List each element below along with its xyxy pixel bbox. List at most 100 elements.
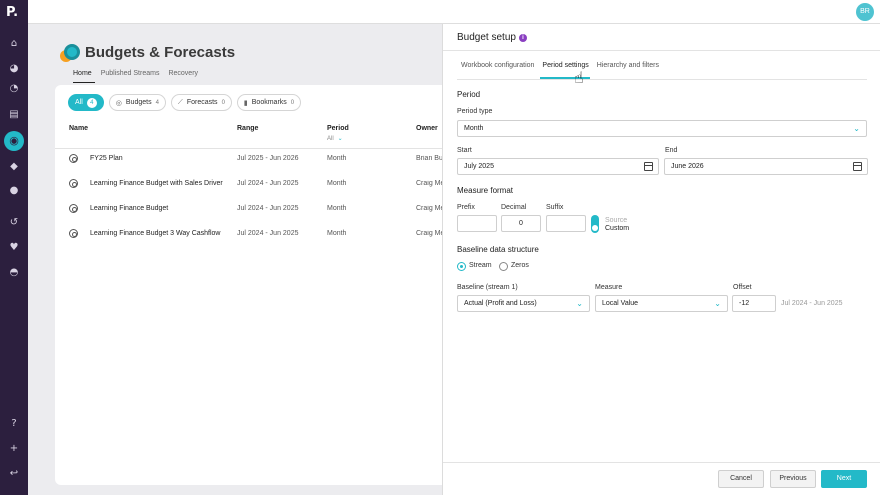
hand-cursor-icon: ☝ (574, 68, 584, 87)
source-custom-toggle[interactable] (591, 215, 599, 233)
history-icon[interactable]: ↺ (7, 216, 21, 230)
chip-count: 0 (221, 99, 225, 106)
row-period: Month (327, 180, 347, 187)
tab-workbook-configuration[interactable]: Workbook configuration (457, 62, 538, 69)
chip-label: Bookmarks (251, 99, 287, 106)
offset-range-hint: Jul 2024 - Jun 2025 (781, 300, 843, 307)
tab-period-settings[interactable]: Period settings (538, 62, 592, 69)
add-icon[interactable]: + (7, 442, 21, 456)
info-icon[interactable]: i (519, 34, 527, 42)
home-icon[interactable]: ⌂ (7, 37, 21, 51)
row-name: Learning Finance Budget (90, 205, 169, 212)
cancel-button[interactable]: Cancel (718, 470, 764, 488)
filter-chip-forecasts[interactable]: ⟋ Forecasts 0 (170, 94, 232, 111)
end-label: End (665, 147, 678, 154)
heart-icon[interactable]: ♥ (7, 241, 21, 255)
suffix-input[interactable] (546, 215, 586, 232)
zeros-radio-label: Zeros (511, 262, 529, 269)
start-date-value: July 2025 (464, 163, 494, 170)
row-period: Month (327, 205, 347, 212)
subnav-recovery[interactable]: Recovery (168, 70, 198, 77)
budgets-page-icon (60, 44, 80, 64)
period-type-select[interactable]: Month ⌄ (457, 120, 867, 137)
logout-icon[interactable]: ↩ (7, 467, 21, 481)
measure-label: Measure (595, 284, 623, 291)
top-bar: BR (28, 0, 880, 24)
target-icon (69, 179, 78, 188)
start-label: Start (457, 147, 472, 154)
prefix-label: Prefix (457, 204, 475, 211)
panel-divider (443, 50, 880, 51)
row-period: Month (327, 230, 347, 237)
avatar[interactable]: BR (856, 3, 874, 21)
row-name: FY25 Plan (90, 155, 123, 162)
app-logo[interactable]: P. (6, 5, 22, 20)
chip-count: 0 (290, 99, 295, 106)
column-header-name[interactable]: Name (69, 125, 88, 132)
calendar-icon[interactable] (644, 162, 653, 171)
offset-label: Offset (733, 284, 752, 291)
chip-count: 4 (155, 99, 159, 106)
column-header-owner[interactable]: Owner (416, 125, 438, 132)
row-name: Learning Finance Budget with Sales Drive… (90, 180, 223, 187)
streams-card: All 4 ◎ Budgets 4 ⟋ Forecasts 0 ▮ Bookma… (55, 85, 475, 485)
pie-chart-icon[interactable]: ◕ (7, 62, 21, 76)
row-range: Jul 2024 - Jun 2025 (237, 180, 299, 187)
table-row[interactable]: Learning Finance Budget 3 Way Cashflow J… (55, 222, 475, 247)
target-icon (69, 154, 78, 163)
measure-value: Local Value (602, 300, 639, 307)
filter-chip-budgets[interactable]: ◎ Budgets 4 (108, 94, 166, 111)
panel-title: Budget setup (457, 32, 516, 43)
filter-chip-all[interactable]: All 4 (68, 94, 104, 111)
tab-hierarchy-and-filters[interactable]: Hierarchy and filters (593, 62, 663, 69)
period-filter[interactable]: All ⌄ (327, 135, 343, 142)
tag-icon[interactable]: ◆ (7, 160, 21, 174)
baseline-stream-select[interactable]: Actual (Profit and Loss) ⌄ (457, 295, 590, 312)
tabs-divider (457, 79, 867, 80)
chevron-down-icon: ⌄ (853, 124, 860, 133)
table-row[interactable]: Learning Finance Budget with Sales Drive… (55, 172, 475, 197)
gauge-icon[interactable]: ◓ (7, 266, 21, 280)
column-header-range[interactable]: Range (237, 125, 258, 132)
next-button[interactable]: Next (821, 470, 867, 488)
row-range: Jul 2024 - Jun 2025 (237, 205, 299, 212)
stream-radio[interactable] (457, 262, 466, 271)
table-row[interactable]: Learning Finance Budget Jul 2024 - Jun 2… (55, 197, 475, 222)
previous-button[interactable]: Previous (770, 470, 816, 488)
table-row[interactable]: FY25 Plan Jul 2025 - Jun 2026 Month Bria… (55, 147, 475, 172)
budget-icon[interactable]: ◉ (4, 131, 24, 151)
baseline-heading: Baseline data structure (457, 245, 539, 254)
chip-label: All (75, 99, 83, 106)
column-header-period[interactable]: Period (327, 125, 349, 132)
chip-label: Forecasts (186, 99, 218, 106)
measure-format-heading: Measure format (457, 186, 514, 195)
user-icon[interactable]: ● (7, 184, 21, 198)
baseline-stream-label: Baseline (stream 1) (457, 284, 518, 291)
help-icon[interactable]: ? (7, 417, 21, 431)
report-icon[interactable]: ▤ (7, 108, 21, 122)
baseline-stream-value: Actual (Profit and Loss) (464, 300, 537, 307)
end-date-value: June 2026 (671, 163, 704, 170)
zeros-radio[interactable] (499, 262, 508, 271)
filter-chip-bookmarks[interactable]: ▮ Bookmarks 0 (236, 94, 302, 111)
subnav-active-underline (73, 82, 95, 83)
chart-icon[interactable]: ◔ (7, 82, 21, 96)
prefix-input[interactable] (457, 215, 497, 232)
end-date-field[interactable]: June 2026 (664, 158, 868, 175)
start-date-field[interactable]: July 2025 (457, 158, 659, 175)
offset-input[interactable]: -12 (732, 295, 776, 312)
subnav-home[interactable]: Home (73, 70, 92, 77)
calendar-icon[interactable] (853, 162, 862, 171)
row-name: Learning Finance Budget 3 Way Cashflow (90, 230, 221, 237)
subnav-published-streams[interactable]: Published Streams (101, 70, 160, 77)
sub-navigation: Home Published Streams Recovery (73, 70, 198, 77)
toggle-source-label: Source (605, 217, 628, 224)
measure-select[interactable]: Local Value ⌄ (595, 295, 728, 312)
footer-divider (443, 462, 880, 463)
chip-label: Budgets (125, 99, 152, 106)
target-icon: ◎ (115, 98, 122, 107)
decimal-input[interactable]: 0 (501, 215, 541, 232)
filter-chips: All 4 ◎ Budgets 4 ⟋ Forecasts 0 ▮ Bookma… (68, 94, 302, 111)
stream-radio-label: Stream (469, 262, 492, 269)
bookmark-icon: ▮ (243, 98, 248, 107)
